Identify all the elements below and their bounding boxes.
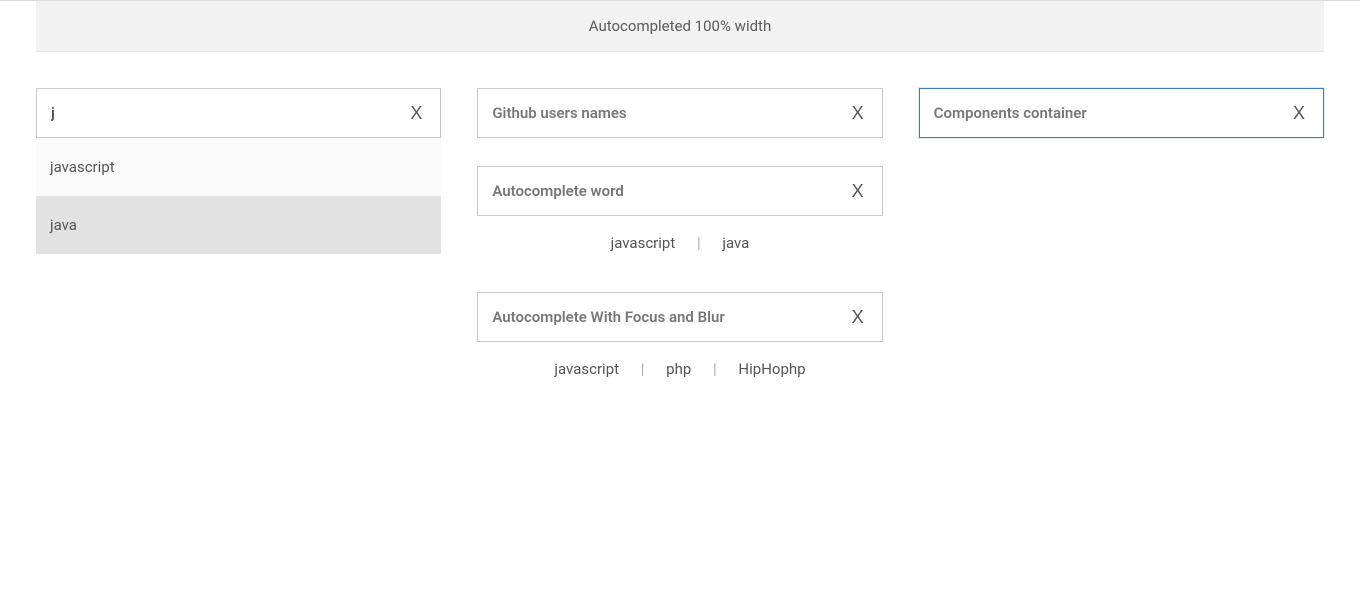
autocomplete-word-input[interactable] <box>477 166 882 216</box>
word-tags-row: javascript | java <box>477 216 882 252</box>
tag: php <box>662 360 695 378</box>
focusblur-tags-row: javascript | php | HipHophp <box>477 342 882 378</box>
autocomplete-input-wrap: X <box>477 88 882 138</box>
header-bar: Autocompleted 100% width <box>36 1 1324 51</box>
autocomplete-word: X javascript | java <box>477 166 882 252</box>
clear-icon[interactable]: X <box>1284 88 1314 138</box>
clear-icon[interactable]: X <box>843 166 873 216</box>
dropdown-item[interactable]: java <box>36 196 441 254</box>
tag-separator: | <box>641 360 645 378</box>
github-users-input[interactable] <box>477 88 882 138</box>
autocomplete-focus-blur-input[interactable] <box>477 292 882 342</box>
autocomplete-input-wrap: X <box>919 88 1324 138</box>
column-3: X <box>919 88 1324 166</box>
autocomplete-components: X <box>919 88 1324 138</box>
autocomplete-dropdown: javascript java <box>36 138 441 254</box>
dropdown-item[interactable]: javascript <box>36 138 441 196</box>
tag-separator: | <box>697 234 701 252</box>
tag: HipHophp <box>734 360 809 378</box>
clear-icon[interactable]: X <box>401 88 431 138</box>
tag: javascript <box>607 234 680 252</box>
tag-separator: | <box>713 360 717 378</box>
autocomplete-github: X <box>477 88 882 138</box>
column-2: X X javascript | java X javascript | php <box>477 88 882 406</box>
clear-icon[interactable]: X <box>843 88 873 138</box>
tag: java <box>718 234 753 252</box>
clear-icon[interactable]: X <box>843 292 873 342</box>
autocomplete-input-wrap: X <box>477 292 882 342</box>
autocomplete-input[interactable] <box>36 88 441 138</box>
autocomplete-focus-blur: X javascript | php | HipHophp <box>477 292 882 378</box>
autocomplete-input-wrap: X <box>477 166 882 216</box>
tag: javascript <box>550 360 623 378</box>
components-container-input[interactable] <box>919 88 1324 138</box>
autocomplete-basic: X javascript java <box>36 88 441 254</box>
column-1: X javascript java <box>36 88 441 282</box>
columns-container: X javascript java X X javascript | jav <box>0 52 1360 442</box>
autocomplete-input-wrap: X <box>36 88 441 138</box>
header-title: Autocompleted 100% width <box>589 17 771 35</box>
